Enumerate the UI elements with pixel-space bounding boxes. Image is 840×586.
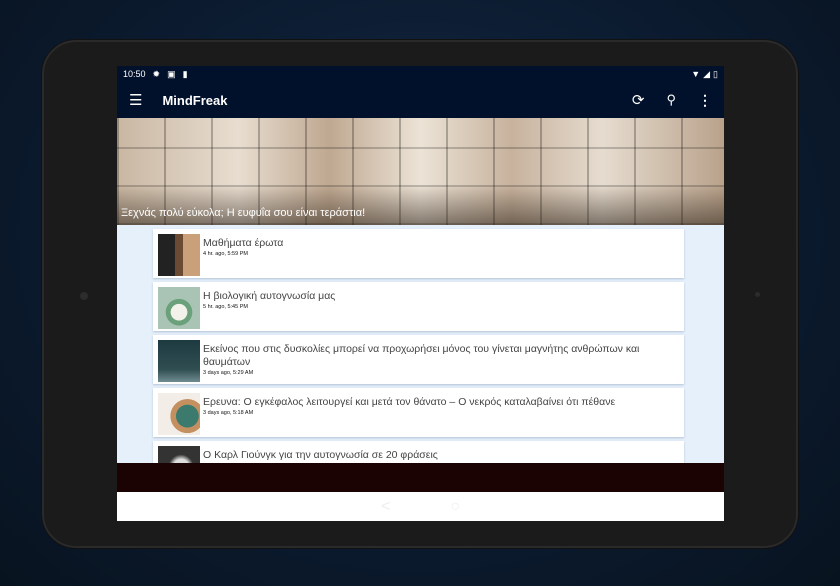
wifi-icon: ▼ (691, 69, 701, 79)
gear-icon: ✹ (152, 68, 161, 79)
ad-banner[interactable] (117, 463, 724, 492)
article-title: Ο Καρλ Γιούνγκ για την αυτογνωσία σε 20 … (203, 449, 438, 461)
status-bar: 10:50 ✹ ▣ ▮ ▼ ◢ ▯ (117, 66, 724, 82)
article-card[interactable]: Η βιολογική αυτογνωσία μας 5 hr. ago, 5:4… (153, 282, 684, 331)
article-title: Ερευνα: Ο εγκέφαλος λειτουργεί και μετά … (203, 396, 616, 408)
back-icon[interactable]: < (381, 498, 390, 516)
article-title: Μαθήματα έρωτα (203, 237, 284, 249)
battery-icon: ▯ (713, 68, 718, 79)
app-screen: 10:50 ✹ ▣ ▮ ▼ ◢ ▯ ☰ MindFreak ⟳ ⚲ ⋮ Ξεχν… (117, 66, 724, 521)
article-time: 4 hr. ago, 5:59 PM (203, 251, 248, 257)
article-title: Εκείνος που στις δυσκολίες μπορεί να προ… (203, 343, 640, 368)
article-thumbnail (158, 287, 200, 329)
featured-banner[interactable]: Ξεχνάς πολύ εύκολα; Η ευφυΐα σου είναι τ… (117, 118, 724, 225)
article-card[interactable]: Μαθήματα έρωτα 4 hr. ago, 5:59 PM (153, 229, 684, 278)
article-title: Η βιολογική αυτογνωσία μας (203, 290, 336, 302)
article-time: 3 days ago, 5:29 AM (203, 370, 254, 376)
article-card[interactable]: Εκείνος που στις δυσκολίες μπορεί να προ… (153, 335, 684, 384)
app-toolbar: ☰ MindFreak ⟳ ⚲ ⋮ (117, 82, 724, 118)
app-title: MindFreak (162, 92, 228, 108)
home-icon[interactable]: ○ (450, 498, 460, 516)
system-nav-bar: < ○ (117, 492, 724, 521)
signal-icon: ◢ (703, 68, 711, 79)
menu-icon[interactable]: ☰ (129, 91, 142, 109)
article-card[interactable]: Ερευνα: Ο εγκέφαλος λειτουργεί και μετά … (153, 388, 684, 437)
search-icon[interactable]: ⚲ (666, 92, 676, 108)
article-time: 3 days ago, 5:18 AM (203, 410, 254, 416)
sd-card-icon: ▮ (182, 68, 188, 79)
banner-shade (117, 185, 724, 225)
article-time: 5 hr. ago, 5:45 PM (203, 304, 248, 310)
more-options-icon[interactable]: ⋮ (698, 92, 712, 109)
camera-dot (80, 292, 88, 300)
banner-caption: Ξεχνάς πολύ εύκολα; Η ευφυΐα σου είναι τ… (121, 207, 366, 219)
sensor-dot (755, 292, 760, 297)
notification-icon: ▣ (167, 68, 176, 79)
article-thumbnail (158, 340, 200, 382)
article-thumbnail (158, 234, 200, 276)
status-time: 10:50 (123, 69, 146, 79)
article-list: Μαθήματα έρωτα 4 hr. ago, 5:59 PM Η βιολο… (153, 229, 684, 494)
article-thumbnail (158, 393, 200, 435)
refresh-icon[interactable]: ⟳ (632, 91, 645, 109)
